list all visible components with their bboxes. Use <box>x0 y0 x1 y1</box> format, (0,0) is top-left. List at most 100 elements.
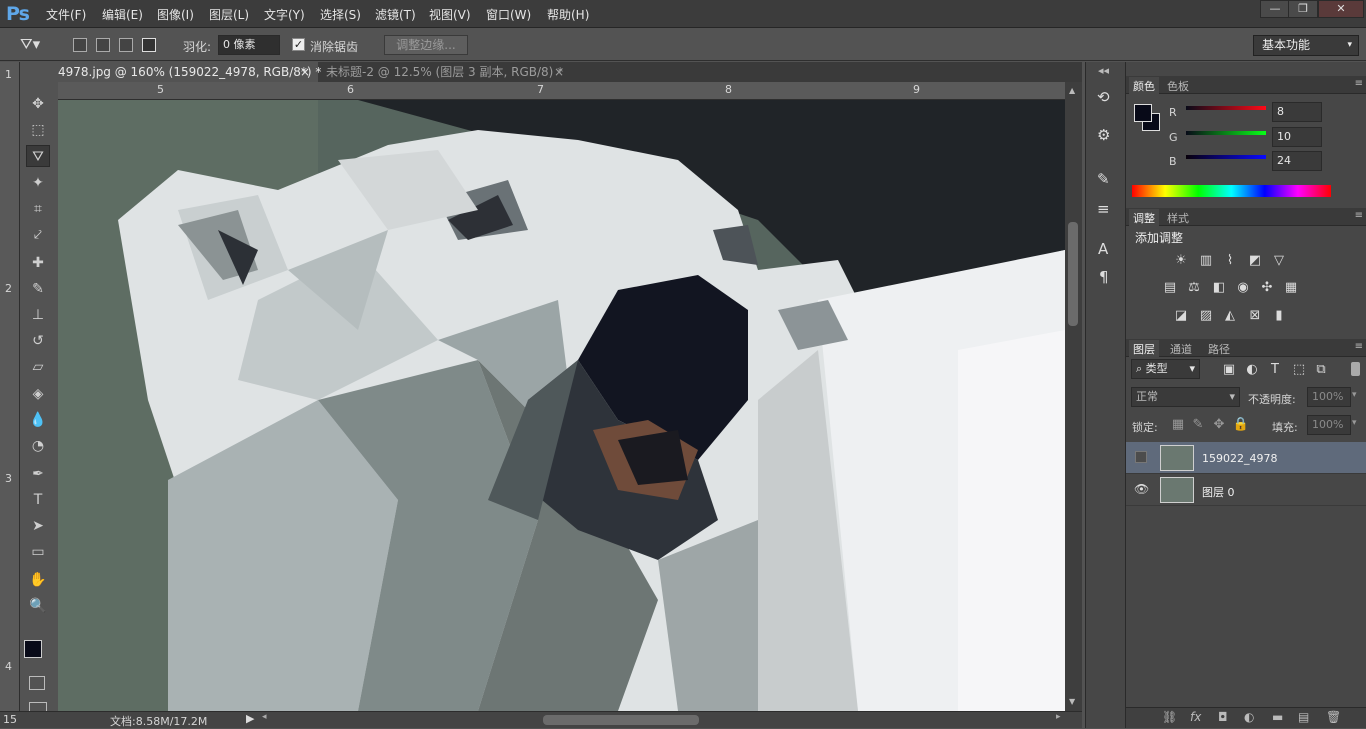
antialias-checkbox[interactable]: ✓ <box>292 38 305 51</box>
brush-panel-icon[interactable]: ✎ <box>1097 170 1110 188</box>
close-button[interactable]: ✕ <box>1318 0 1364 18</box>
status-menu-icon[interactable]: ▶ <box>246 712 254 725</box>
path-selection-tool-icon[interactable]: ➤ <box>26 515 50 537</box>
brush-presets-icon[interactable]: ≡ <box>1097 200 1110 218</box>
tab-document-active[interactable]: 4978.jpg @ 160% (159022_4978, RGB/8*) * × <box>22 62 321 82</box>
tab-layers[interactable]: 图层 <box>1129 340 1159 358</box>
tab-adjustments[interactable]: 调整 <box>1129 209 1159 227</box>
add-selection-icon[interactable] <box>96 38 110 52</box>
vertical-scrollbar[interactable]: ▲ ▼ <box>1065 82 1082 711</box>
horizontal-scroll-thumb[interactable] <box>543 715 699 725</box>
restore-button[interactable]: ❐ <box>1288 0 1318 18</box>
layer-row[interactable]: 👁 图层 0 <box>1126 474 1366 506</box>
eraser-tool-icon[interactable]: ▱ <box>26 356 50 378</box>
menu-select[interactable]: 选择(S) <box>320 6 361 23</box>
lock-transparent-icon[interactable]: ▦ <box>1169 417 1187 433</box>
history-panel-icon[interactable]: ⟲ <box>1097 88 1110 106</box>
trash-icon[interactable]: 🗑 <box>1326 710 1341 724</box>
menu-help[interactable]: 帮助(H) <box>547 6 589 23</box>
layer-filter-select[interactable]: ⌕ 类型 ▾ <box>1131 359 1200 379</box>
filter-smart-object-icon[interactable]: ⧉ <box>1312 362 1330 378</box>
foreground-color-swatch[interactable] <box>24 640 42 658</box>
photo-filter-icon[interactable]: ◉ <box>1234 280 1252 296</box>
tab-styles[interactable]: 样式 <box>1163 209 1193 227</box>
vibrance-icon[interactable]: ▽ <box>1270 253 1288 269</box>
scroll-left-icon[interactable]: ◂ <box>262 712 267 722</box>
blend-mode-select[interactable]: 正常 ▾ <box>1131 387 1240 407</box>
clone-stamp-tool-icon[interactable]: ⊥ <box>26 304 50 326</box>
panel-menu-icon[interactable]: ≡ <box>1355 341 1363 352</box>
menu-layer[interactable]: 图层(L) <box>209 6 249 23</box>
new-layer-icon[interactable]: ▤ <box>1298 710 1309 724</box>
filter-type-icon[interactable]: T <box>1266 362 1284 378</box>
refine-edge-button[interactable]: 调整边缘... <box>384 35 468 55</box>
filter-shape-icon[interactable]: ⬚ <box>1290 362 1308 378</box>
intersect-selection-icon[interactable] <box>142 38 156 52</box>
lock-all-icon[interactable]: 🔒 <box>1232 417 1250 433</box>
magic-wand-tool-icon[interactable]: ✦ <box>26 172 50 194</box>
selective-color-icon[interactable]: ⊠ <box>1246 308 1264 324</box>
r-slider[interactable] <box>1186 106 1266 110</box>
workspace-select[interactable]: 基本功能 ▾ <box>1253 35 1359 56</box>
chevron-down-icon[interactable]: ▾ <box>1352 418 1357 428</box>
b-slider[interactable] <box>1186 155 1266 159</box>
layer-name[interactable]: 图层 0 <box>1202 484 1235 500</box>
menu-filter[interactable]: 滤镜(T) <box>375 6 416 23</box>
brightness-icon[interactable]: ☀ <box>1172 253 1190 269</box>
dodge-tool-icon[interactable]: ◔ <box>26 435 50 457</box>
minimize-button[interactable]: — <box>1260 0 1290 18</box>
panel-menu-icon[interactable]: ≡ <box>1355 78 1363 89</box>
vertical-scroll-thumb[interactable] <box>1068 222 1078 326</box>
visibility-toggle[interactable] <box>1135 451 1147 463</box>
blur-tool-icon[interactable]: 💧 <box>26 409 50 431</box>
feather-input[interactable]: 0 像素 <box>218 35 280 55</box>
filter-toggle-icon[interactable] <box>1351 362 1360 376</box>
tab-close-icon[interactable]: × <box>554 62 564 82</box>
move-tool-icon[interactable]: ✥ <box>26 93 50 115</box>
hue-saturation-icon[interactable]: ▤ <box>1161 280 1179 296</box>
marquee-tool-icon[interactable]: ⬚ <box>26 119 50 141</box>
tab-color[interactable]: 颜色 <box>1129 77 1159 95</box>
new-selection-icon[interactable] <box>73 38 87 52</box>
menu-image[interactable]: 图像(I) <box>157 6 194 23</box>
add-mask-icon[interactable]: ◘ <box>1218 710 1228 724</box>
zoom-tool-icon[interactable]: 🔍 <box>26 595 50 617</box>
zoom-level[interactable]: 15 <box>3 713 17 726</box>
gradient-map-icon[interactable]: ▮ <box>1270 308 1288 324</box>
collapse-strip-icon[interactable]: ◂◂ <box>1098 64 1109 77</box>
link-layers-icon[interactable]: ⛓ <box>1162 710 1177 724</box>
pen-tool-icon[interactable]: ✒ <box>26 463 50 485</box>
polygonal-lasso-tool-icon[interactable]: ⛛ <box>26 145 50 167</box>
menu-type[interactable]: 文字(Y) <box>264 6 305 23</box>
filter-adjustment-icon[interactable]: ◐ <box>1243 362 1261 378</box>
color-balance-icon[interactable]: ⚖ <box>1185 280 1203 296</box>
fg-color-chip[interactable] <box>1134 104 1152 122</box>
menu-view[interactable]: 视图(V) <box>429 6 471 23</box>
chevron-down-icon[interactable]: ▾ <box>1352 390 1357 400</box>
type-tool-icon[interactable]: T <box>26 489 50 511</box>
posterize-icon[interactable]: ▨ <box>1197 308 1215 324</box>
fill-input[interactable]: 100% <box>1307 415 1351 435</box>
layer-row-selected[interactable]: 159022_4978 <box>1126 442 1366 474</box>
hand-tool-icon[interactable]: ✋ <box>26 569 50 591</box>
crop-tool-icon[interactable]: ⌗ <box>26 198 50 220</box>
b-input[interactable]: 24 <box>1272 151 1322 171</box>
healing-brush-tool-icon[interactable]: ✚ <box>26 252 50 274</box>
paint-bucket-tool-icon[interactable]: ◈ <box>26 383 50 405</box>
tab-swatches[interactable]: 色板 <box>1163 77 1193 95</box>
scroll-up-icon[interactable]: ▲ <box>1069 86 1075 95</box>
menu-edit[interactable]: 编辑(E) <box>102 6 143 23</box>
subtract-selection-icon[interactable] <box>119 38 133 52</box>
properties-panel-icon[interactable]: ⚙ <box>1097 126 1110 144</box>
exposure-icon[interactable]: ◩ <box>1246 253 1264 269</box>
scroll-down-icon[interactable]: ▼ <box>1069 697 1075 706</box>
color-spectrum[interactable] <box>1132 185 1331 197</box>
g-input[interactable]: 10 <box>1272 127 1322 147</box>
lasso-preset-icon[interactable]: ⛛▾ <box>20 35 56 55</box>
document-canvas[interactable] <box>58 100 1065 711</box>
quick-mask-icon[interactable] <box>29 676 45 690</box>
invert-icon[interactable]: ◪ <box>1172 308 1190 324</box>
tab-close-icon[interactable]: × <box>300 62 310 82</box>
scroll-right-icon[interactable]: ▸ <box>1056 712 1061 722</box>
history-brush-tool-icon[interactable]: ↺ <box>26 330 50 352</box>
